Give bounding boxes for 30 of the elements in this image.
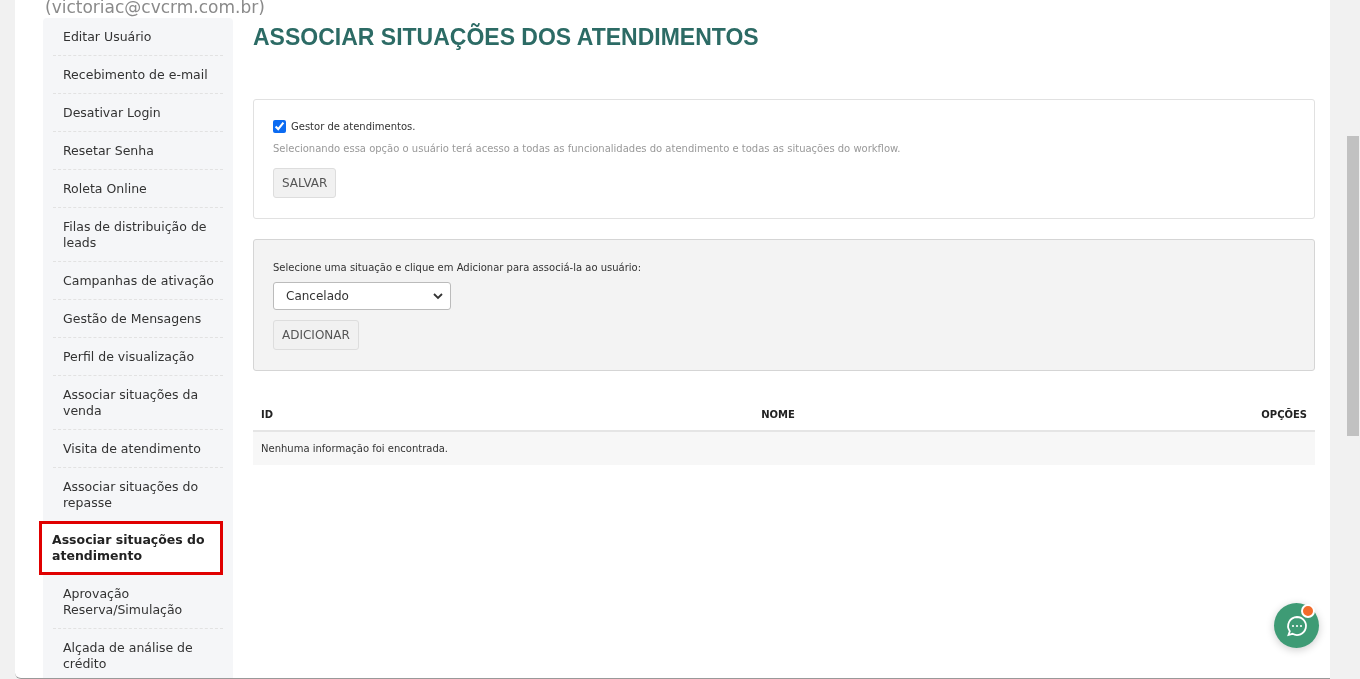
chat-bubble-icon [1284, 613, 1309, 638]
page-title: ASSOCIAR SITUAÇÕES DOS ATENDIMENTOS [253, 24, 760, 51]
instruction-text: Selecione uma situação e clique em Adicionar para associá-la ao usuário: [273, 262, 643, 273]
help-text: Selecionando essa opção o usuário terá acesso a todas as funcionalidades do atendimento e todas as situações do workflow. [273, 143, 902, 154]
column-header: OPÇÕES [1261, 409, 1307, 420]
sidebar-item[interactable]: Associar situações do atendimento [39, 521, 223, 575]
save-button[interactable]: SALVAR [273, 168, 337, 198]
chevron-down-icon [433, 292, 443, 300]
sidebar-item[interactable]: Editar Usuário [53, 18, 223, 56]
sidebar-item[interactable]: Alçada de análise de crédito [53, 629, 223, 678]
sidebar-item[interactable]: Roleta Online [53, 170, 223, 208]
add-button[interactable]: ADICIONAR [273, 320, 359, 350]
sidebar-item[interactable]: Associar situações da venda [53, 376, 223, 430]
sidebar-item[interactable]: Campanhas de ativação [53, 262, 223, 300]
sidebar-item[interactable]: Perfil de visualização [53, 338, 223, 376]
column-header: ID [261, 409, 275, 420]
sidebar-item[interactable]: Visita de atendimento [53, 430, 223, 468]
sidebar-item[interactable]: Filas de distribuição de leads [53, 208, 223, 262]
sidebar-item[interactable]: Resetar Senha [53, 132, 223, 170]
column-header: NOME [761, 409, 796, 420]
empty-message: Nenhuma informação foi encontrada. [253, 432, 1315, 465]
sidebar-item[interactable]: Aprovação Reserva/Simulação [53, 575, 223, 629]
manager-checkbox[interactable] [273, 120, 286, 133]
notification-dot [1301, 604, 1315, 618]
checkbox-label: Gestor de atendimentos. [291, 121, 416, 132]
user-email: (victoriac@cvcrm.com.br) [45, 0, 266, 18]
sidebar-item[interactable]: Recebimento de e-mail [53, 56, 223, 94]
situation-select[interactable]: Cancelado [273, 282, 451, 310]
sidebar-item[interactable]: Desativar Login [53, 94, 223, 132]
sidebar-item[interactable]: Gestão de Mensagens [53, 300, 223, 338]
